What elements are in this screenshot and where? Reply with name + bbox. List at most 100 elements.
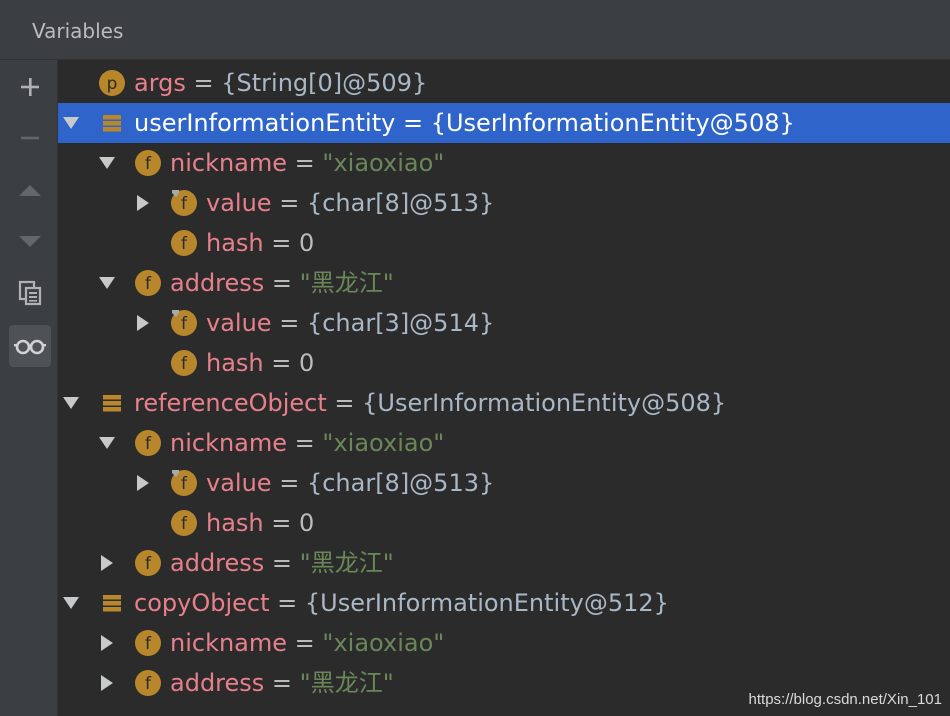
- equals-sign: =: [287, 149, 323, 177]
- equals-sign: =: [326, 389, 363, 417]
- panel-title: Variables: [32, 19, 124, 43]
- tree-row[interactable]: f nickname = "xiaoxiao": [58, 623, 950, 663]
- variable-value: "黑龙江": [299, 669, 394, 697]
- row-text: nickname = "xiaoxiao": [170, 423, 444, 463]
- row-text: nickname = "xiaoxiao": [170, 143, 444, 183]
- row-text: hash = 0: [206, 343, 314, 383]
- move-watch-up-button[interactable]: [9, 170, 51, 212]
- variable-value: {char[8]@513}: [306, 469, 495, 497]
- row-text: userInformationEntity = {UserInformation…: [134, 103, 795, 143]
- variable-value: 0: [299, 349, 315, 377]
- row-text: hash = 0: [206, 503, 314, 543]
- expand-arrow-down-icon[interactable]: [62, 115, 80, 131]
- object-icon: [98, 589, 126, 617]
- variable-name: copyObject: [134, 589, 270, 617]
- equals-sign: =: [271, 189, 307, 217]
- row-text: address = "黑龙江": [170, 543, 394, 583]
- copy-icon: [18, 280, 42, 306]
- svg-text:f: f: [181, 354, 188, 374]
- expand-arrow-down-icon[interactable]: [98, 275, 116, 291]
- svg-text:f: f: [181, 314, 188, 334]
- variable-name: address: [170, 269, 265, 297]
- object-icon: [98, 109, 126, 137]
- variable-value: "xiaoxiao": [322, 429, 445, 457]
- variables-toolbar: [0, 60, 58, 716]
- tree-row[interactable]: copyObject = {UserInformationEntity@512}: [58, 583, 950, 623]
- row-text: value = {char[8]@513}: [206, 463, 494, 503]
- equals-sign: =: [264, 549, 300, 577]
- variable-name: userInformationEntity: [134, 109, 396, 137]
- move-watch-down-button[interactable]: [9, 220, 51, 262]
- variable-name: args: [134, 69, 186, 97]
- row-text: args = {String[0]@509}: [134, 63, 427, 103]
- expand-arrow-right-icon[interactable]: [98, 555, 116, 571]
- field-final-icon: f: [170, 309, 198, 337]
- tree-row[interactable]: f value = {char[8]@513}: [58, 183, 950, 223]
- expand-arrow-right-icon[interactable]: [98, 675, 116, 691]
- show-watches-button[interactable]: [9, 325, 51, 367]
- variable-name: value: [206, 309, 272, 337]
- svg-text:f: f: [145, 434, 152, 454]
- expand-arrow-down-icon[interactable]: [62, 395, 80, 411]
- tree-row[interactable]: referenceObject = {UserInformationEntity…: [58, 383, 950, 423]
- equals-sign: =: [271, 469, 307, 497]
- field-f-icon: f: [170, 229, 198, 257]
- remove-watch-button[interactable]: [9, 117, 51, 159]
- tree-row[interactable]: userInformationEntity = {UserInformation…: [58, 103, 950, 143]
- duplicate-watch-button[interactable]: [9, 272, 51, 314]
- expand-arrow-right-icon[interactable]: [134, 315, 152, 331]
- variable-name: referenceObject: [134, 389, 327, 417]
- tree-row[interactable]: f hash = 0: [58, 223, 950, 263]
- variable-name: value: [206, 189, 272, 217]
- variable-value: {char[8]@513}: [306, 189, 495, 217]
- field-f-icon: f: [134, 429, 162, 457]
- equals-sign: =: [271, 309, 307, 337]
- tree-row[interactable]: f hash = 0: [58, 503, 950, 543]
- equals-sign: =: [395, 109, 431, 137]
- tree-row[interactable]: f value = {char[3]@514}: [58, 303, 950, 343]
- svg-text:f: f: [181, 514, 188, 534]
- variable-name: hash: [206, 509, 264, 537]
- expand-arrow-down-icon[interactable]: [98, 435, 116, 451]
- field-f-icon: f: [170, 349, 198, 377]
- arrow-up-icon: [19, 185, 41, 196]
- expand-arrow-right-icon[interactable]: [134, 475, 152, 491]
- equals-sign: =: [263, 509, 300, 537]
- tree-row[interactable]: p args = {String[0]@509}: [58, 63, 950, 103]
- variable-value: {UserInformationEntity@512}: [304, 589, 669, 617]
- row-text: copyObject = {UserInformationEntity@512}: [134, 583, 669, 623]
- field-f-icon: f: [134, 669, 162, 697]
- variable-name: hash: [206, 349, 264, 377]
- plus-icon: [21, 78, 39, 96]
- variable-value: "黑龙江": [299, 269, 394, 297]
- equals-sign: =: [264, 269, 300, 297]
- expand-arrow-down-icon[interactable]: [62, 595, 80, 611]
- svg-text:f: f: [181, 234, 188, 254]
- variable-name: address: [170, 549, 265, 577]
- variable-value: "xiaoxiao": [322, 629, 445, 657]
- expand-arrow-down-icon[interactable]: [98, 155, 116, 171]
- tree-row[interactable]: f address = "黑龙江": [58, 263, 950, 303]
- tree-row[interactable]: f nickname = "xiaoxiao": [58, 423, 950, 463]
- variable-name: value: [206, 469, 272, 497]
- svg-text:p: p: [107, 74, 118, 94]
- expand-arrow-right-icon[interactable]: [98, 635, 116, 651]
- variable-value: "黑龙江": [299, 549, 394, 577]
- object-icon: [98, 389, 126, 417]
- tree-row[interactable]: f address = "黑龙江": [58, 543, 950, 583]
- variable-value: {char[3]@514}: [306, 309, 495, 337]
- equals-sign: =: [263, 229, 300, 257]
- row-text: nickname = "xiaoxiao": [170, 623, 444, 663]
- tree-row[interactable]: f nickname = "xiaoxiao": [58, 143, 950, 183]
- tree-row[interactable]: f hash = 0: [58, 343, 950, 383]
- minus-icon: [21, 136, 39, 140]
- variable-value: "xiaoxiao": [322, 149, 445, 177]
- equals-sign: =: [269, 589, 305, 617]
- expand-arrow-right-icon[interactable]: [134, 195, 152, 211]
- new-watch-button[interactable]: [9, 66, 51, 108]
- arrow-down-icon: [19, 236, 41, 247]
- variable-value: {UserInformationEntity@508}: [430, 109, 795, 137]
- glasses-icon: [14, 339, 46, 355]
- variable-name: nickname: [170, 429, 288, 457]
- tree-row[interactable]: f value = {char[8]@513}: [58, 463, 950, 503]
